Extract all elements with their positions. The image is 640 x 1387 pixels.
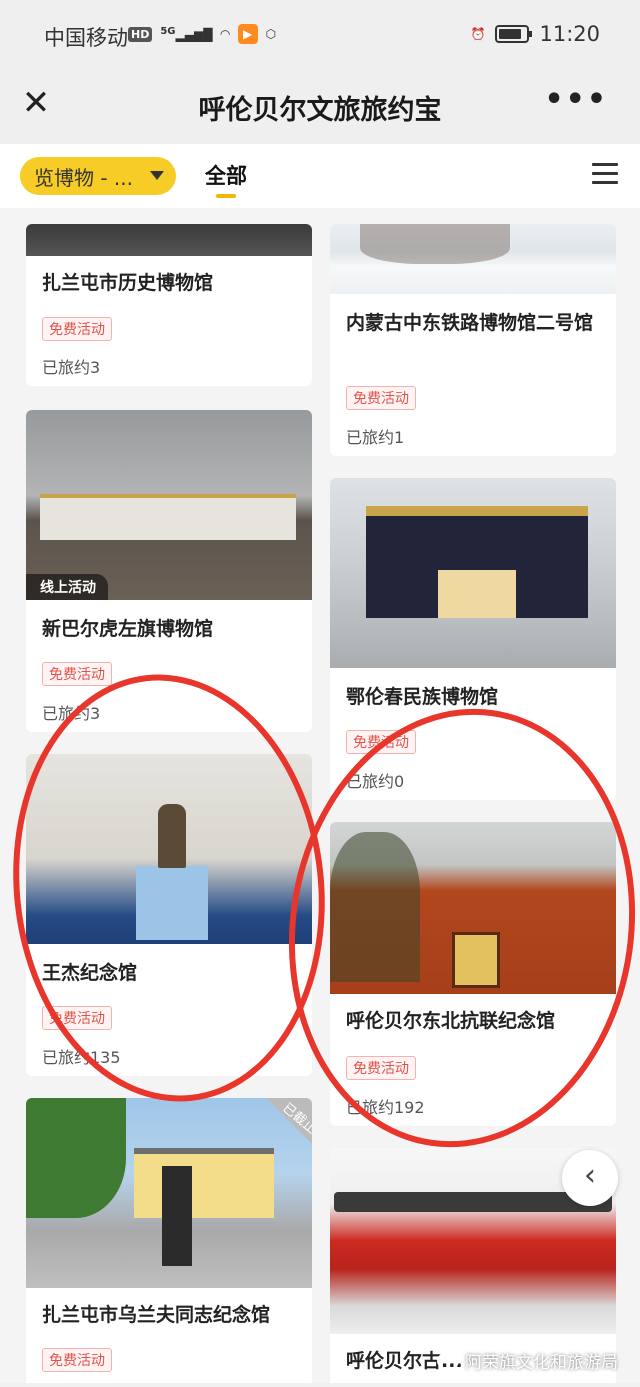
status-right: ⏰ 11:20 — [471, 22, 600, 46]
hd-icon: HD — [128, 26, 153, 42]
menu-icon[interactable] — [592, 163, 618, 185]
filter-bar: 览博物 - ... 全部 — [0, 144, 640, 208]
card-title: 内蒙古中东铁路博物馆二号馆 — [346, 312, 594, 334]
tab-all[interactable]: 全部 — [205, 160, 247, 190]
chevron-left-icon[interactable]: ‹ — [562, 1150, 618, 1206]
battery-icon — [495, 25, 533, 43]
list-item[interactable]: 扎兰屯市历史博物馆 免费活动 已旅约3 — [26, 224, 312, 386]
card-image — [26, 224, 312, 256]
card-image: 已截止 — [26, 1098, 312, 1288]
home-bar — [0, 1383, 640, 1387]
network-label: 5G — [160, 26, 176, 37]
museum-building-image — [40, 494, 296, 540]
card-image — [330, 224, 616, 294]
wechat-icon — [437, 1351, 459, 1370]
free-badge: 免费活动 — [42, 317, 112, 341]
memorial-building-image — [134, 1148, 274, 1218]
statue-image — [162, 1166, 192, 1266]
title-bar: ✕ 呼伦贝尔文旅旅约宝 ••• — [0, 72, 640, 144]
settings-hex-icon: ⬡ — [265, 27, 277, 41]
watermark-text: 阿荣旗文化和旅游局 — [465, 1353, 618, 1373]
free-badge: 免费活动 — [42, 1348, 112, 1372]
card-image — [330, 478, 616, 668]
signal-icon: 5G▂▄▆█ — [160, 26, 213, 42]
wifi-icon: ◠ — [220, 27, 230, 41]
list-item[interactable]: 内蒙古中东铁路博物馆二号馆 免费活动 已旅约1 — [330, 224, 616, 456]
free-badge: 免费活动 — [42, 662, 112, 686]
free-badge: 免费活动 — [346, 386, 416, 410]
card-image — [26, 410, 312, 600]
tree-image — [360, 224, 510, 264]
alarm-icon: ⏰ — [470, 27, 486, 41]
category-label: 览博物 - ... — [34, 165, 134, 190]
category-dropdown[interactable]: 览博物 - ... — [20, 157, 176, 195]
watermark: 阿荣旗文化和旅游局 — [437, 1348, 618, 1373]
visit-count: 已旅约1 — [346, 428, 405, 447]
entrance-image — [438, 570, 516, 618]
carrier-label: 中国移动 — [44, 26, 128, 50]
tree-image — [26, 1098, 126, 1218]
online-tag: 线上活动 — [26, 574, 108, 600]
more-icon[interactable]: ••• — [544, 82, 608, 117]
tab-active-indicator — [216, 194, 236, 198]
play-app-icon: ▶ — [237, 24, 258, 44]
clock: 11:20 — [539, 22, 600, 46]
visit-count: 已旅约3 — [42, 358, 101, 377]
card-title: 扎兰屯市乌兰夫同志纪念馆 — [42, 1304, 271, 1326]
card-title: 新巴尔虎左旗博物馆 — [42, 618, 214, 640]
status-icons: HD 5G▂▄▆█ ◠ ▶ ⬡ — [128, 24, 276, 44]
card-title: 鄂伦春民族博物馆 — [346, 686, 499, 708]
caret-down-icon — [150, 171, 164, 180]
status-bar: 中国移动 HD 5G▂▄▆█ ◠ ▶ ⬡ ⏰ 11:20 — [0, 0, 640, 72]
card-title: 扎兰屯市历史博物馆 — [42, 272, 214, 294]
list-item[interactable]: 已截止 扎兰屯市乌兰夫同志纪念馆 免费活动 — [26, 1098, 312, 1387]
